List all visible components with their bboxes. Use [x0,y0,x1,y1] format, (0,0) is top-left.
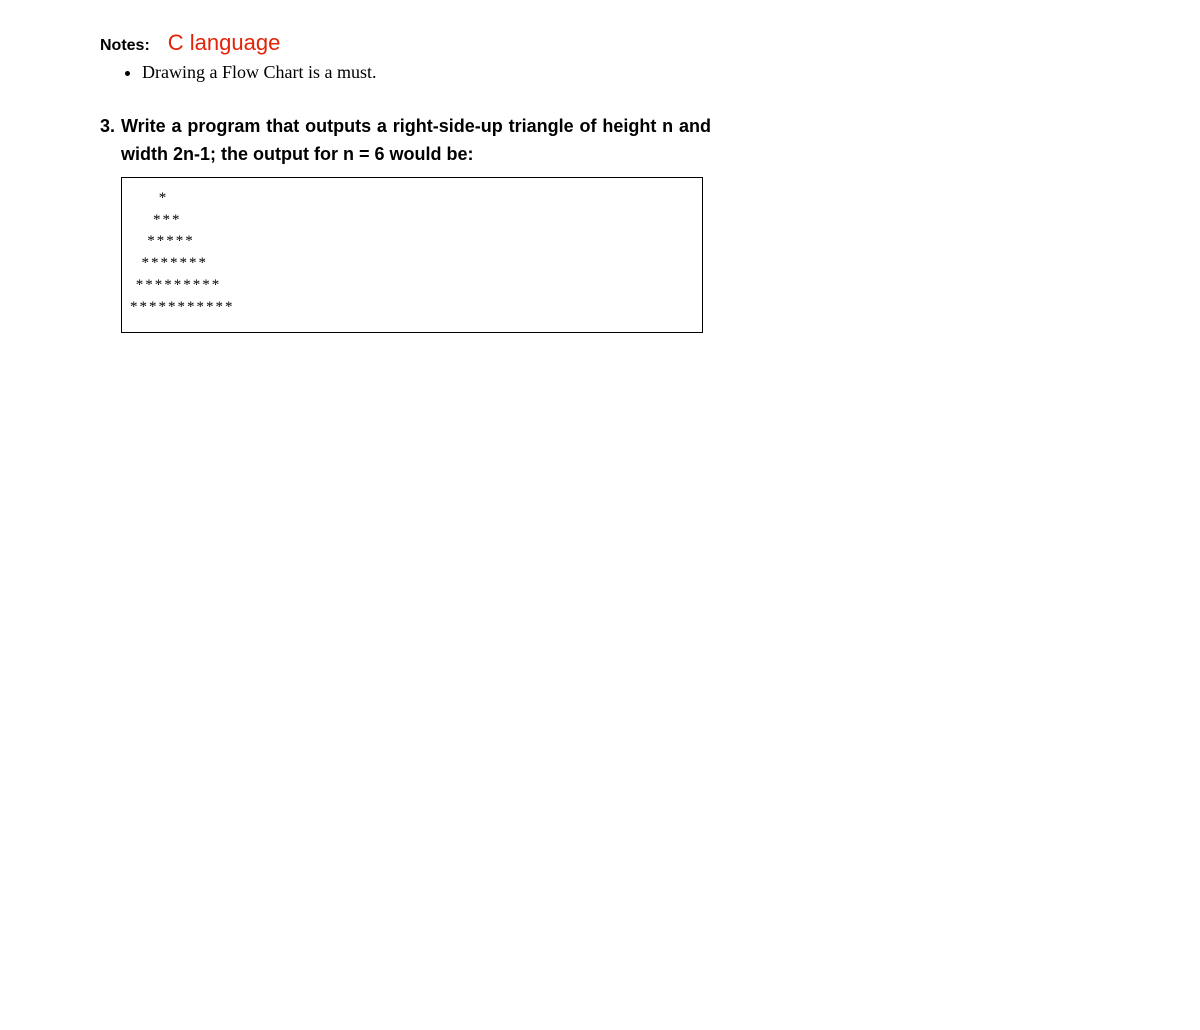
output-row: ********* [130,275,694,297]
notes-bullet: Drawing a Flow Chart is a must. [142,60,1100,85]
output-row: ******* [130,253,694,275]
question-block: 3. Write a program that outputs a right-… [100,113,1100,333]
output-box: * *** ***** ******* ********* **********… [121,177,703,334]
notes-label: Notes: [100,37,150,55]
output-row: * [130,188,694,210]
notes-language: C language [168,30,281,56]
output-row: *********** [130,297,694,319]
output-row: *** [130,210,694,232]
notes-bullets: Drawing a Flow Chart is a must. [142,60,1100,85]
output-row: ***** [130,231,694,253]
question-text: Write a program that outputs a right-sid… [121,113,711,169]
question-body: Write a program that outputs a right-sid… [121,113,1100,333]
question-number: 3. [100,113,115,141]
notes-line: Notes: C language [100,30,1100,56]
